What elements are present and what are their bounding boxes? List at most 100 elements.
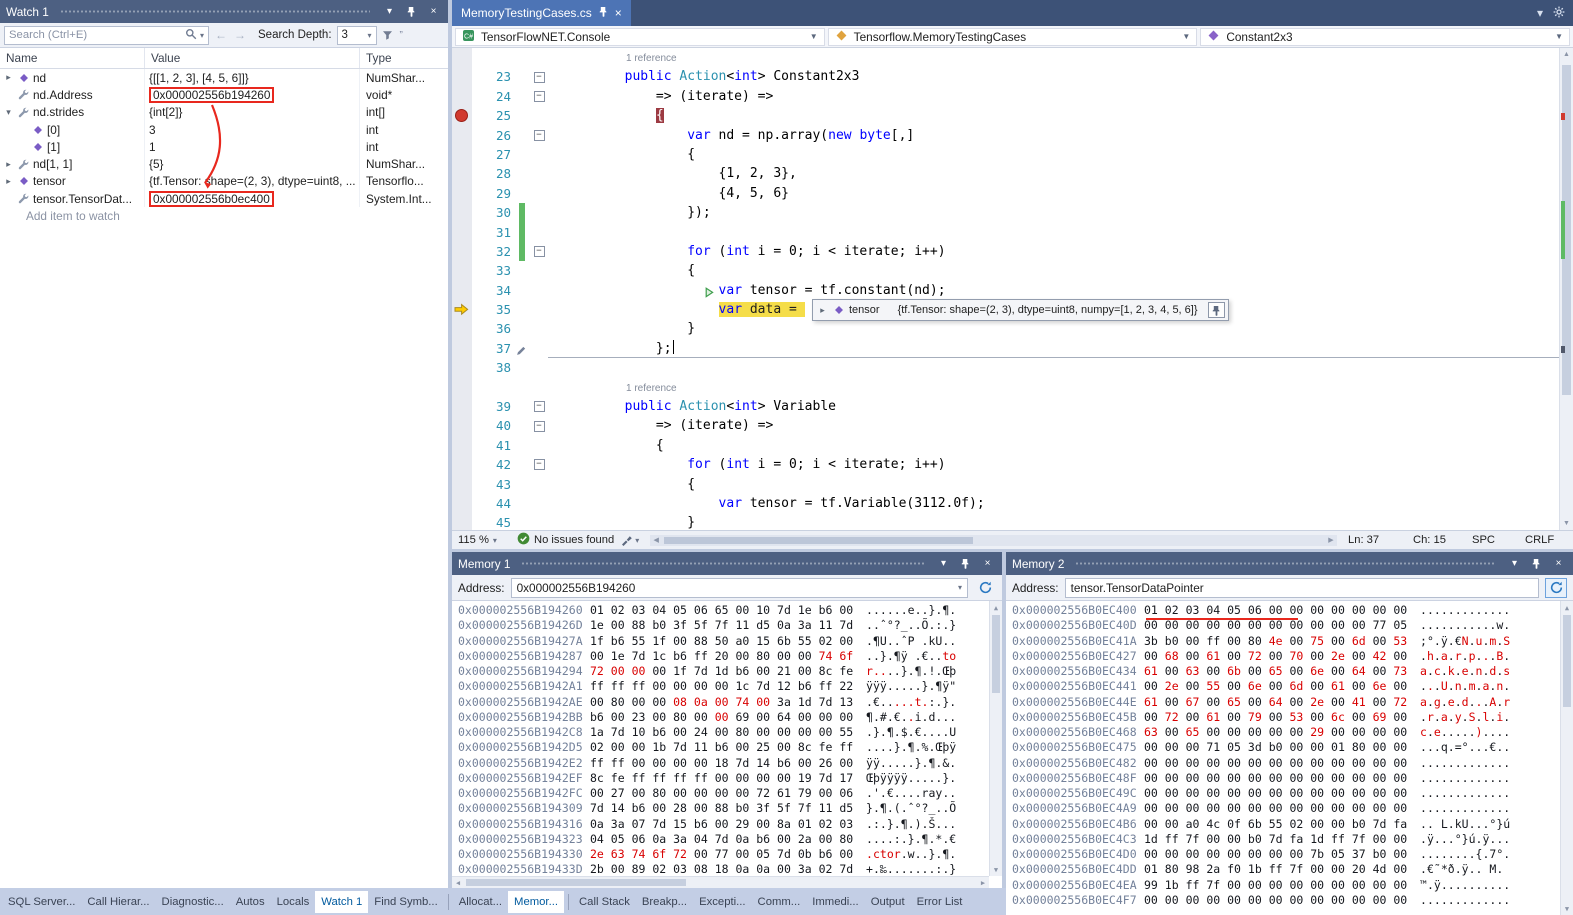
code-line[interactable]: 45 } — [452, 513, 1559, 530]
outlining-margin[interactable]: − — [530, 87, 548, 106]
scroll-left-icon[interactable]: ◀ — [650, 536, 662, 544]
close-icon[interactable]: × — [425, 4, 442, 19]
outlining-margin[interactable] — [530, 475, 548, 494]
search-input-box[interactable]: ▾ — [4, 26, 209, 45]
search-next-icon[interactable]: → — [233, 28, 247, 42]
tool-window-tab[interactable]: Watch 1 — [315, 891, 368, 913]
window-position-icon[interactable]: ▾ — [1506, 556, 1523, 571]
breakpoint-margin[interactable] — [452, 416, 472, 435]
watch-row[interactable]: ▸nd{[[1, 2, 3], [4, 5, 6]]}NumShar... — [0, 69, 448, 86]
chevron-collapsed-icon[interactable]: ▸ — [3, 72, 14, 83]
pin-icon[interactable] — [403, 4, 420, 19]
filter-icon[interactable] — [382, 30, 393, 41]
outlining-margin[interactable] — [530, 48, 548, 67]
toolbar-overflow-icon[interactable]: ” — [400, 30, 404, 41]
search-depth-combo[interactable]: 3 ▾ — [337, 26, 377, 45]
line-number[interactable]: 31 — [472, 223, 514, 242]
scroll-right-icon[interactable]: ▶ — [977, 879, 989, 887]
watch-row[interactable]: [1]1int — [0, 138, 448, 155]
memory2-hex-view[interactable]: 0x000002556B0EC40001 02 03 04 05 06 00 0… — [1006, 601, 1573, 915]
tab-pin-icon[interactable] — [599, 6, 608, 20]
scroll-up-icon[interactable]: ▲ — [990, 601, 1002, 614]
line-number[interactable]: 29 — [472, 184, 514, 203]
watch-value-cell[interactable]: 3 — [145, 121, 360, 138]
code-line[interactable]: 42− for (int i = 0; i < iterate; i++) — [452, 455, 1559, 474]
breakpoint-margin[interactable] — [452, 106, 472, 125]
line-number[interactable]: 33 — [472, 261, 514, 280]
outlining-margin[interactable] — [530, 300, 548, 319]
code-line[interactable]: 39− public Action<int> Variable — [452, 397, 1559, 416]
outlining-margin[interactable] — [530, 513, 548, 530]
watch-row[interactable]: ▾nd.strides{int[2]}int[] — [0, 104, 448, 121]
breakpoint-icon[interactable] — [455, 109, 468, 122]
watch-row[interactable]: tensor.TensorDat...0x000002556b0ec400Sys… — [0, 190, 448, 207]
active-files-chevron-icon[interactable]: ▾ — [1537, 6, 1543, 20]
tool-window-tab[interactable]: Diagnostic... — [156, 891, 230, 913]
line-number[interactable]: 39 — [472, 397, 514, 416]
code-line[interactable]: 31 — [452, 223, 1559, 242]
outlining-margin[interactable]: − — [530, 126, 548, 145]
line-number[interactable]: 24 — [472, 87, 514, 106]
datatip-pin-icon[interactable] — [1208, 302, 1225, 318]
column-header-value[interactable]: Value — [145, 48, 360, 68]
member-dropdown[interactable]: Constant2x3 ▼ — [1200, 28, 1570, 46]
search-input[interactable] — [9, 29, 182, 41]
breakpoint-margin[interactable] — [452, 513, 472, 530]
pin-icon[interactable] — [1528, 556, 1545, 571]
code-line[interactable]: 40− => (iterate) => — [452, 416, 1559, 435]
outlining-margin[interactable] — [530, 339, 548, 358]
chevron-collapsed-icon[interactable]: ▸ — [3, 159, 14, 170]
outlining-margin[interactable] — [530, 378, 548, 397]
code-line[interactable]: 33 { — [452, 261, 1559, 280]
breakpoint-margin[interactable] — [452, 494, 472, 513]
outlining-margin[interactable] — [530, 184, 548, 203]
breakpoint-margin[interactable] — [452, 203, 472, 222]
watch-value-cell[interactable]: 0x000002556b194260 — [145, 86, 360, 103]
code-area[interactable]: 1 reference23− public Action<int> Consta… — [452, 48, 1573, 530]
code-line[interactable]: 27 { — [452, 145, 1559, 164]
memory1-address-input[interactable]: 0x000002556B194260 ▾ — [511, 578, 968, 598]
watch-value-cell[interactable]: 1 — [145, 138, 360, 155]
breakpoint-margin[interactable] — [452, 261, 472, 280]
collapse-region-icon[interactable]: − — [534, 91, 545, 102]
code-line[interactable]: 43 { — [452, 475, 1559, 494]
line-number[interactable]: 26 — [472, 126, 514, 145]
column-header-name[interactable]: Name — [0, 48, 145, 68]
code-line[interactable]: 36 } — [452, 319, 1559, 338]
breakpoint-margin[interactable] — [452, 184, 472, 203]
code-line[interactable]: 26− var nd = np.array(new byte[,] — [452, 126, 1559, 145]
scroll-down-icon[interactable]: ▼ — [990, 863, 1002, 876]
line-number[interactable]: 44 — [472, 494, 514, 513]
chevron-expanded-icon[interactable]: ▾ — [3, 107, 14, 118]
line-number[interactable]: 35 — [472, 300, 514, 319]
memory1-horizontal-scrollbar[interactable]: ◀ ▶ — [452, 876, 989, 888]
outlining-margin[interactable] — [530, 106, 548, 125]
line-number[interactable]: 36 — [472, 319, 514, 338]
watch-value-cell[interactable]: 0x000002556b0ec400 — [145, 190, 360, 207]
watch-value-cell[interactable]: {5} — [145, 155, 360, 172]
window-position-icon[interactable]: ▾ — [935, 556, 952, 571]
editor-horizontal-scrollbar[interactable]: ◀ ▶ — [650, 535, 1337, 546]
code-line[interactable]: 24− => (iterate) => — [452, 87, 1559, 106]
watch-value-cell[interactable]: {int[2]} — [145, 104, 360, 121]
tool-window-tab[interactable]: Comm... — [752, 891, 807, 913]
scroll-down-icon[interactable]: ▼ — [1560, 517, 1573, 530]
outlining-margin[interactable]: − — [530, 416, 548, 435]
watch-value-cell[interactable]: {tf.Tensor: shape=(2, 3), dtype=uint8, .… — [145, 173, 360, 190]
line-number[interactable]: 34 — [472, 281, 514, 300]
breakpoint-margin[interactable] — [452, 145, 472, 164]
memory2-address-input[interactable]: tensor.TensorDataPointer — [1065, 578, 1539, 598]
line-number[interactable]: 32 — [472, 242, 514, 261]
refresh-icon[interactable] — [974, 578, 996, 598]
search-icon[interactable] — [185, 28, 197, 43]
line-number[interactable]: 30 — [472, 203, 514, 222]
document-health-indicator[interactable]: No issues found — [517, 532, 614, 548]
line-number[interactable]: 41 — [472, 436, 514, 455]
code-line[interactable]: 44 var tensor = tf.Variable(3112.0f); — [452, 494, 1559, 513]
breakpoint-margin[interactable] — [452, 475, 472, 494]
tool-window-tab[interactable]: Error List — [911, 891, 969, 913]
code-line[interactable]: 30 }); — [452, 203, 1559, 222]
collapse-region-icon[interactable]: − — [534, 130, 545, 141]
tab-close-icon[interactable]: × — [615, 6, 622, 20]
close-icon[interactable]: × — [1550, 556, 1567, 571]
